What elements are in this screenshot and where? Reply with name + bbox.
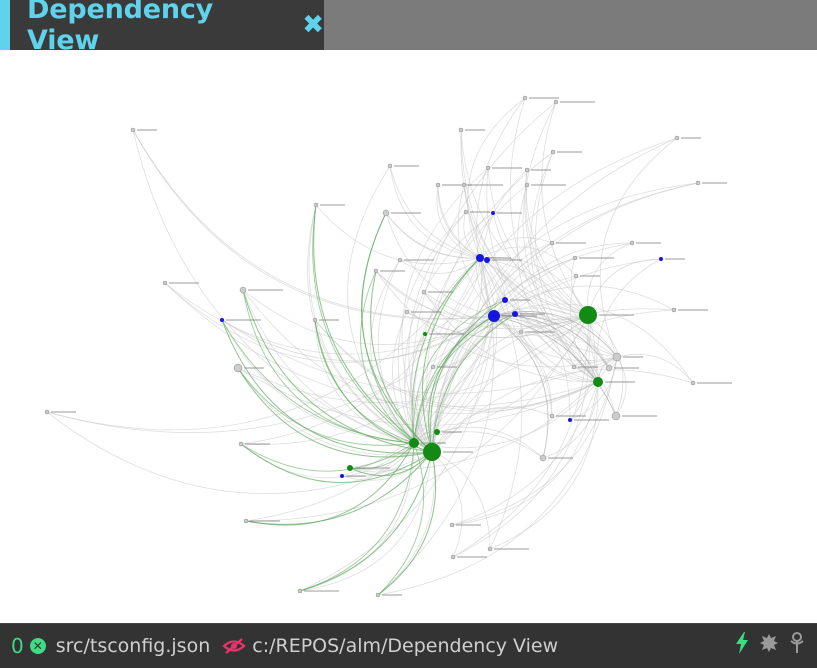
graph-node[interactable] [568, 418, 572, 422]
graph-node[interactable] [434, 429, 440, 435]
graph-node[interactable] [297, 588, 303, 594]
graph-node[interactable] [549, 240, 555, 246]
graph-node[interactable] [487, 546, 493, 552]
status-bar: 0 ✕ src/tsconfig.json c:/REPOS/alm/Depen… [0, 623, 817, 668]
graph-node[interactable] [387, 163, 393, 169]
graph-node[interactable] [502, 297, 508, 303]
graph-node[interactable] [130, 127, 136, 133]
graph-node[interactable] [629, 240, 635, 246]
graph-node[interactable] [491, 211, 495, 215]
graph-node[interactable] [522, 95, 528, 101]
graph-node[interactable] [518, 329, 524, 335]
dependency-edge [315, 204, 481, 265]
graph-node[interactable] [423, 332, 427, 336]
close-icon[interactable]: ✖ [302, 12, 324, 38]
dependency-edge [599, 137, 678, 358]
dependency-graph[interactable] [0, 50, 817, 623]
graph-node[interactable] [312, 317, 318, 323]
error-count[interactable]: 0 [11, 634, 24, 658]
graph-node[interactable] [572, 255, 578, 261]
tab-dependency-view[interactable]: Dependency View ✖ [0, 0, 324, 56]
graph-node[interactable] [611, 411, 621, 421]
graph-node[interactable] [375, 592, 381, 598]
dependency-edge [312, 204, 415, 444]
graph-node[interactable] [550, 149, 556, 155]
graph-node[interactable] [347, 465, 353, 471]
graph-node[interactable] [430, 364, 436, 370]
graph-node[interactable] [512, 311, 518, 317]
dependency-edge [377, 451, 437, 596]
tree-icon[interactable] [789, 632, 805, 654]
graph-node[interactable] [593, 377, 603, 387]
graph-node[interactable] [612, 352, 622, 362]
graph-node[interactable] [450, 554, 456, 560]
dependency-edge [245, 451, 433, 525]
graph-node[interactable] [220, 318, 224, 322]
graph-node[interactable] [382, 209, 390, 217]
graph-node[interactable] [162, 280, 168, 286]
graph-node[interactable] [404, 309, 410, 315]
dependency-edge [240, 315, 495, 445]
graph-node[interactable] [313, 202, 319, 208]
dependency-edge [299, 442, 415, 592]
graph-node[interactable] [524, 182, 530, 188]
status-icons [735, 632, 805, 654]
graph-node[interactable] [243, 518, 249, 524]
graph-node[interactable] [423, 443, 441, 461]
graph-node[interactable] [238, 441, 244, 447]
graph-node[interactable] [409, 438, 419, 448]
graph-node[interactable] [539, 454, 547, 462]
graph-node[interactable] [579, 306, 597, 324]
graph-node[interactable] [549, 413, 555, 419]
graph-node[interactable] [463, 209, 469, 215]
bug-icon[interactable] [759, 633, 779, 653]
dependency-edge [299, 442, 415, 592]
graph-edges [46, 97, 699, 596]
graph-node[interactable] [524, 167, 530, 173]
graph-node[interactable] [373, 268, 379, 274]
graph-node[interactable] [461, 182, 467, 188]
graph-node[interactable] [485, 165, 491, 171]
graph-node[interactable] [674, 135, 680, 141]
dependency-edge [240, 442, 415, 479]
graph-nodes [44, 95, 732, 598]
graph-node[interactable] [671, 307, 677, 313]
graph-node[interactable] [690, 380, 696, 386]
lightning-icon[interactable] [735, 632, 749, 654]
tsconfig-path[interactable]: src/tsconfig.json [56, 635, 211, 657]
dependency-edge [541, 101, 589, 316]
error-circle-icon[interactable]: ✕ [29, 638, 46, 654]
graph-node[interactable] [239, 286, 247, 294]
file-path: c:/REPOS/alm/Dependency View [252, 635, 559, 657]
graph-node[interactable] [421, 289, 427, 295]
graph-node[interactable] [695, 180, 701, 186]
graph-node[interactable] [484, 257, 490, 263]
dependency-edge [615, 356, 627, 417]
dependency-edge [616, 354, 694, 384]
graph-node[interactable] [233, 363, 243, 373]
eye-off-icon[interactable] [222, 637, 246, 655]
graph-node[interactable] [571, 364, 577, 370]
graph-node[interactable] [435, 182, 441, 188]
graph-node[interactable] [573, 273, 579, 279]
dependency-edge [242, 289, 415, 444]
graph-node[interactable] [553, 99, 559, 105]
graph-node[interactable] [340, 474, 344, 478]
graph-node[interactable] [488, 310, 500, 322]
dependency-edge [587, 314, 624, 417]
dependency-edge [587, 242, 633, 316]
tab-title: Dependency View [27, 0, 214, 56]
tab-bar: Dependency View ✖ [0, 0, 817, 56]
graph-node[interactable] [397, 257, 403, 263]
graph-node[interactable] [659, 257, 663, 261]
graph-node[interactable] [605, 364, 613, 372]
graph-node[interactable] [44, 409, 50, 415]
graph-node[interactable] [449, 522, 455, 528]
graph-node[interactable] [476, 254, 484, 262]
graph-node[interactable] [458, 127, 464, 133]
